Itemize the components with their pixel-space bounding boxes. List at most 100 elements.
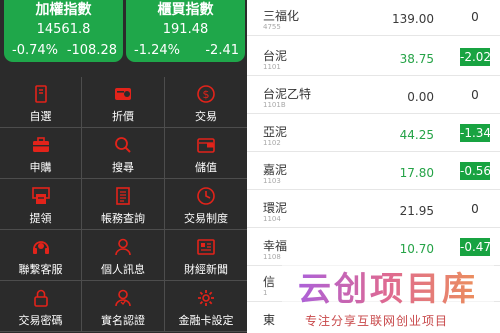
stock-code: 1103 xyxy=(263,177,281,185)
index-card-taiex[interactable]: 加權指數 14561.8 -0.74% -108.28 xyxy=(4,0,123,62)
stock-change: 0 xyxy=(471,202,479,216)
menu-item-ticket[interactable]: 折價 xyxy=(82,77,165,128)
index-card-otc[interactable]: 櫃買指數 191.48 -1.24% -2.41 xyxy=(126,0,245,62)
dollar-circle-icon: $ xyxy=(196,84,216,104)
menu-item-label: 財經新聞 xyxy=(184,263,228,276)
menu-item-search[interactable]: 搜尋 xyxy=(82,128,165,179)
menu-item-label: 搜尋 xyxy=(112,161,134,174)
stock-row[interactable]: 亞泥 1102 44.25 -1.34 xyxy=(247,114,500,152)
menu-item-label: 實名認證 xyxy=(101,314,145,327)
stock-row[interactable]: 台泥乙特 1101B 0.00 0 xyxy=(247,76,500,114)
function-menu-grid: 自選 折價 $ 交易申購 搜尋 儲值提領 帳務查詢 交易制度聯繫客服 個人訊息 財經新聞交易密碼 實… xyxy=(0,77,247,333)
user-icon xyxy=(113,237,133,257)
index-name: 加權指數 xyxy=(35,2,92,18)
index-change: -108.28 xyxy=(66,43,117,58)
stock-change: 0 xyxy=(471,88,479,102)
stock-row[interactable]: 幸福 1108 10.70 -0.47 xyxy=(247,228,500,266)
headset-icon xyxy=(31,237,51,257)
briefcase-icon xyxy=(31,135,51,155)
menu-item-label: 金融卡設定 xyxy=(178,314,234,327)
stock-change: 0 xyxy=(471,10,479,24)
menu-item-clock[interactable]: 交易制度 xyxy=(165,179,247,230)
menu-item-document[interactable]: 帳務查詢 xyxy=(82,179,165,230)
atm-icon xyxy=(31,186,51,206)
stock-name: 幸福 xyxy=(263,239,288,253)
menu-item-label: 自選 xyxy=(29,110,52,123)
stock-price: 17.80 xyxy=(399,166,434,180)
menu-item-headset[interactable]: 聯繫客服 xyxy=(0,230,82,281)
stock-change: -0.47 xyxy=(460,238,492,256)
menu-item-id-user[interactable]: 實名認證 xyxy=(82,281,165,332)
search-icon xyxy=(113,135,133,155)
stock-code: 1101B xyxy=(263,101,286,109)
stock-code: 1102 xyxy=(263,139,281,147)
stock-change: -1.34 xyxy=(460,124,492,142)
stock-price: 38.75 xyxy=(399,52,434,66)
right-panel: 三福化 4755 139.00 0 台泥 1101 38.75 -2.02 台泥乙特 1101B 0… xyxy=(247,0,500,333)
menu-item-label: 交易 xyxy=(195,110,217,123)
menu-item-label: 聯繫客服 xyxy=(18,263,63,276)
index-value: 14561.8 xyxy=(36,22,91,37)
index-percent: -0.74% xyxy=(12,43,58,58)
menu-item-label: 個人訊息 xyxy=(101,263,145,276)
stock-change: -0.56 xyxy=(460,162,492,180)
stock-price: 0.00 xyxy=(407,90,434,104)
ticket-icon xyxy=(113,84,133,104)
stock-change xyxy=(460,312,490,330)
stock-change: -2.02 xyxy=(460,48,492,66)
menu-item-label: 折價 xyxy=(112,110,134,123)
gear-icon xyxy=(196,288,216,308)
menu-item-briefcase[interactable]: 申購 xyxy=(0,128,82,179)
stock-price: 10.70 xyxy=(399,242,434,256)
index-change: -2.41 xyxy=(205,43,239,58)
stock-price: 21.95 xyxy=(399,204,434,218)
left-panel: 加權指數 14561.8 -0.74% -108.28 櫃買指數 191.48 … xyxy=(0,0,247,333)
stock-name: 東 xyxy=(263,313,276,327)
stock-name: 亞泥 xyxy=(263,125,288,139)
menu-item-news[interactable]: 財經新聞 xyxy=(165,230,247,281)
id-user-icon xyxy=(113,288,133,308)
menu-item-dollar-circle[interactable]: $ 交易 xyxy=(165,77,247,128)
svg-text:$: $ xyxy=(203,88,210,101)
index-value: 191.48 xyxy=(162,22,209,37)
stock-code: 1108 xyxy=(263,253,281,261)
stock-change xyxy=(460,274,490,292)
wallet-icon xyxy=(196,135,216,155)
index-percent: -1.24% xyxy=(134,43,180,58)
stock-name: 環泥 xyxy=(263,201,288,215)
stock-row[interactable]: 信1 xyxy=(247,264,500,302)
stock-row[interactable]: 台泥 1101 38.75 -2.02 xyxy=(247,38,500,76)
menu-item-label: 儲值 xyxy=(195,161,217,174)
menu-item-wallet[interactable]: 儲值 xyxy=(165,128,247,179)
menu-item-label: 交易密碼 xyxy=(18,314,63,327)
clock-icon xyxy=(196,186,216,206)
stock-name: 嘉泥 xyxy=(263,163,288,177)
menu-item-label: 申購 xyxy=(29,161,52,174)
stock-row[interactable]: 三福化 4755 139.00 0 xyxy=(247,0,500,36)
stock-name: 台泥 xyxy=(263,49,288,63)
stock-row[interactable]: 環泥 1104 21.95 0 xyxy=(247,190,500,228)
lock-icon xyxy=(31,288,51,308)
stock-price: 139.00 xyxy=(392,12,434,26)
stock-code: 1 xyxy=(263,289,268,297)
menu-item-label: 帳務查詢 xyxy=(101,212,145,225)
menu-item-label: 提領 xyxy=(29,212,52,225)
index-name: 櫃買指數 xyxy=(157,2,214,18)
stock-price: 44.25 xyxy=(399,128,434,142)
document-icon xyxy=(113,186,133,206)
bookmark-icon xyxy=(31,84,51,104)
menu-item-gear[interactable]: 金融卡設定 xyxy=(165,281,247,332)
stock-code: 1104 xyxy=(263,215,281,223)
stock-name: 三福化 xyxy=(263,9,300,23)
stock-name: 信 xyxy=(263,275,276,289)
menu-item-bookmark[interactable]: 自選 xyxy=(0,77,82,128)
stock-name: 台泥乙特 xyxy=(263,87,312,101)
menu-item-label: 交易制度 xyxy=(184,212,228,225)
menu-item-user[interactable]: 個人訊息 xyxy=(82,230,165,281)
stock-row[interactable]: 東 xyxy=(247,302,500,333)
stock-code: 1101 xyxy=(263,63,281,71)
stock-code: 4755 xyxy=(263,23,281,31)
menu-item-atm[interactable]: 提領 xyxy=(0,179,82,230)
stock-row[interactable]: 嘉泥 1103 17.80 -0.56 xyxy=(247,152,500,190)
menu-item-lock[interactable]: 交易密碼 xyxy=(0,281,82,332)
